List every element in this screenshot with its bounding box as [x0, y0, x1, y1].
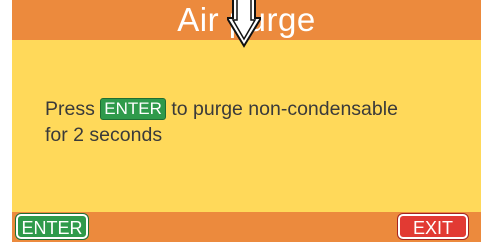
cursor-pointer-icon — [227, 0, 261, 48]
softkey-bar: ENTER EXIT — [12, 212, 481, 242]
instruction-line2: for 2 seconds — [45, 124, 163, 146]
inline-enter-key: ENTER — [100, 98, 166, 120]
enter-button[interactable]: ENTER — [16, 214, 88, 239]
purge-instructions: Press ENTER to purge non-condensable for… — [45, 96, 475, 148]
instruction-suffix: to purge non-condensable — [171, 98, 398, 120]
instruction-prefix: Press — [45, 98, 95, 120]
exit-button[interactable]: EXIT — [398, 214, 468, 239]
device-screen: Air purge Press ENTER to purge non-conde… — [12, 0, 481, 242]
